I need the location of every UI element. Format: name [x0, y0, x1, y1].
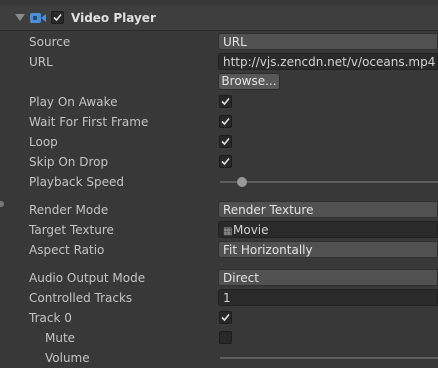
video-player-icon	[30, 13, 46, 23]
url-row: URL http://vjs.zencdn.net/v/oceans.mp4	[0, 52, 438, 72]
volume-row: Volume	[0, 348, 438, 368]
volume-slider[interactable]	[220, 357, 438, 359]
mute-label: Mute	[45, 331, 76, 345]
wait-first-frame-row: Wait For First Frame	[0, 112, 438, 132]
track0-checkbox[interactable]	[219, 311, 232, 324]
audio-output-mode-label: Audio Output Mode	[29, 271, 146, 285]
play-on-awake-label: Play On Awake	[29, 95, 118, 109]
playback-speed-row: Playback Speed	[0, 172, 438, 192]
playback-speed-slider[interactable]	[220, 181, 438, 183]
component-header[interactable]: Video Player	[0, 6, 438, 31]
controlled-tracks-row: Controlled Tracks 1	[0, 288, 438, 308]
mute-row: Mute	[0, 328, 438, 348]
controlled-tracks-input[interactable]: 1	[218, 289, 438, 306]
loop-row: Loop	[0, 132, 438, 152]
volume-label: Volume	[45, 351, 90, 365]
loop-label: Loop	[29, 135, 58, 149]
target-texture-value: Movie	[233, 223, 269, 237]
render-mode-label: Render Mode	[29, 203, 109, 217]
audio-output-mode-dropdown[interactable]: Direct	[218, 269, 438, 286]
playback-speed-slider-thumb[interactable]	[236, 177, 247, 187]
controlled-tracks-label: Controlled Tracks	[29, 291, 133, 305]
component-enabled-checkbox[interactable]	[51, 11, 64, 24]
play-on-awake-checkbox[interactable]	[219, 95, 232, 108]
browse-row: Browse...	[0, 72, 438, 92]
mute-checkbox[interactable]	[219, 331, 232, 344]
skip-on-drop-row: Skip On Drop	[0, 152, 438, 172]
wait-first-frame-checkbox[interactable]	[219, 115, 232, 128]
track0-row: Track 0	[0, 308, 438, 328]
aspect-ratio-dropdown[interactable]: Fit Horizontally	[218, 241, 438, 258]
foldout-arrow-icon[interactable]	[15, 14, 25, 21]
target-texture-label: Target Texture	[29, 223, 114, 237]
aspect-ratio-row: Aspect Ratio Fit Horizontally	[0, 240, 438, 260]
loop-checkbox[interactable]	[219, 135, 232, 148]
playback-speed-label: Playback Speed	[29, 175, 124, 189]
play-on-awake-row: Play On Awake	[0, 92, 438, 112]
render-mode-dropdown[interactable]: Render Texture	[218, 201, 438, 218]
source-dropdown[interactable]: URL	[218, 33, 438, 50]
track0-label: Track 0	[29, 311, 72, 325]
wait-first-frame-label: Wait For First Frame	[29, 115, 149, 129]
render-mode-row: Render Mode Render Texture	[0, 200, 438, 220]
browse-button[interactable]: Browse...	[218, 73, 280, 90]
skip-on-drop-checkbox[interactable]	[219, 155, 232, 168]
url-input[interactable]: http://vjs.zencdn.net/v/oceans.mp4	[218, 53, 438, 70]
target-texture-row: Target Texture ▦Movie	[0, 220, 438, 240]
render-texture-icon: ▦	[223, 226, 233, 237]
source-row: Source URL	[0, 32, 438, 52]
skip-on-drop-label: Skip On Drop	[29, 155, 109, 169]
aspect-ratio-label: Aspect Ratio	[29, 243, 105, 257]
audio-output-mode-row: Audio Output Mode Direct	[0, 268, 438, 288]
source-label: Source	[29, 35, 71, 49]
url-label: URL	[29, 55, 53, 69]
target-texture-field[interactable]: ▦Movie	[218, 221, 438, 238]
component-title: Video Player	[71, 11, 156, 25]
